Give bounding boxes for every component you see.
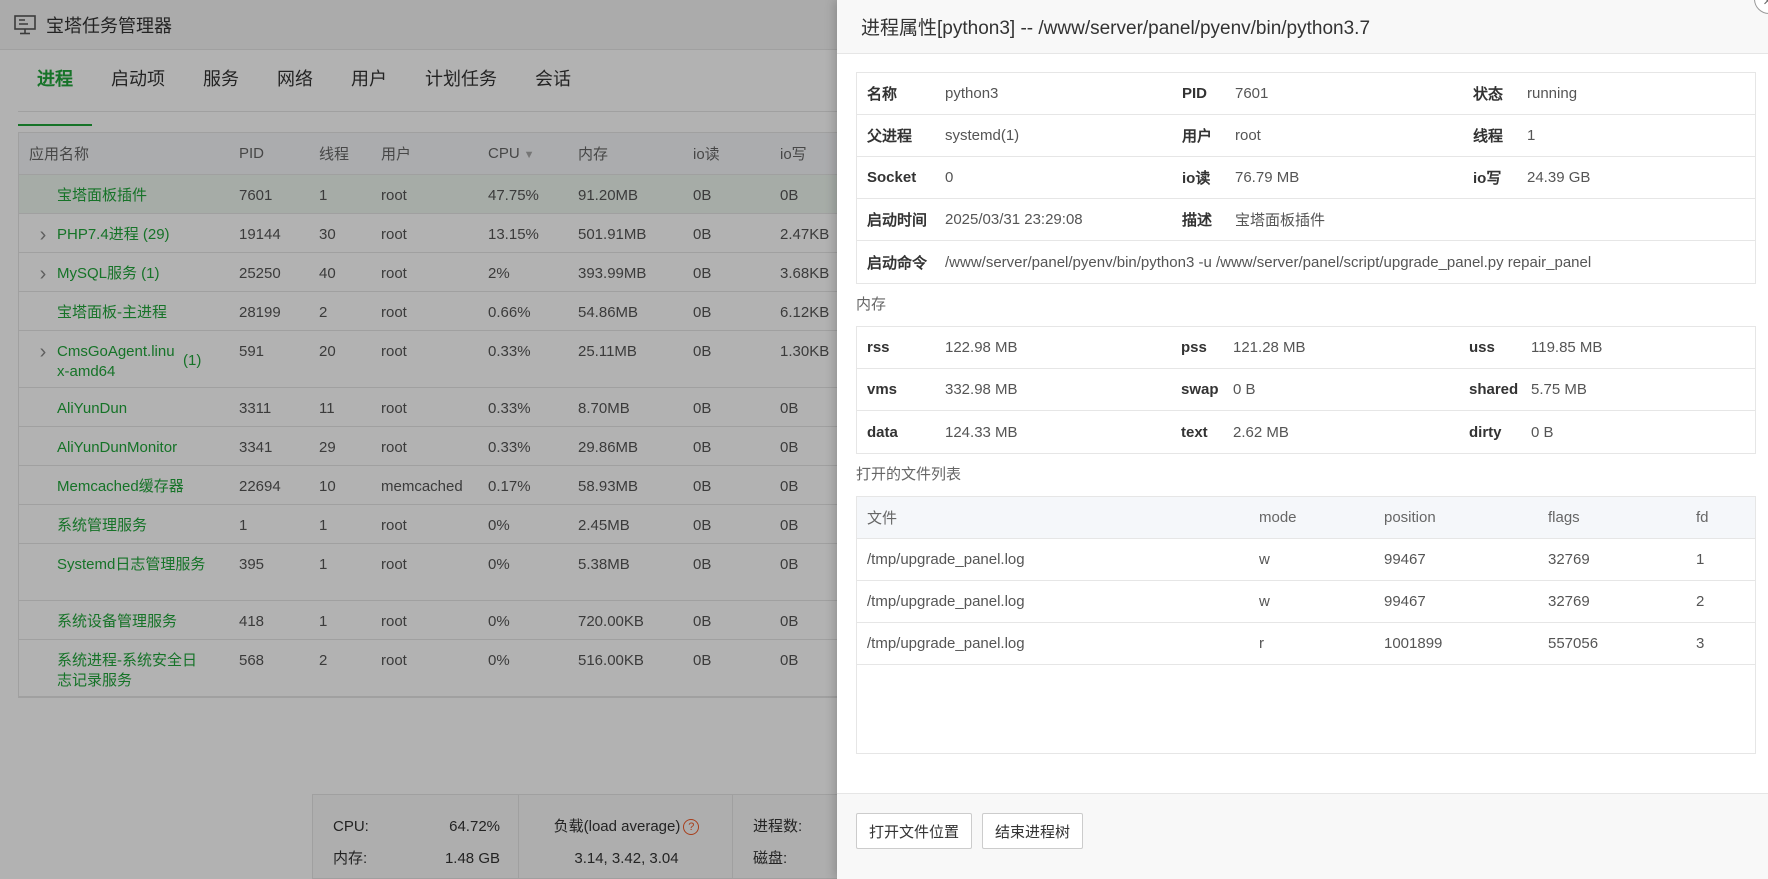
- info-row: 父进程 systemd(1) 用户 root 线程 1: [857, 115, 1755, 157]
- text-key: text: [1181, 423, 1208, 441]
- start-time-value: 2025/03/31 23:29:08: [945, 211, 1083, 228]
- pss-value: 121.28 MB: [1233, 339, 1306, 356]
- info-row: 启动命令 /www/server/panel/pyenv/bin/python3…: [857, 241, 1755, 283]
- pid-value: 7601: [1235, 85, 1269, 102]
- col-fd: fd: [1696, 509, 1709, 526]
- command-key: 启动命令: [867, 254, 928, 272]
- file-mode: r: [1259, 635, 1264, 652]
- col-position: position: [1384, 509, 1436, 526]
- shared-value: 5.75 MB: [1531, 381, 1587, 398]
- parent-value: systemd(1): [945, 127, 1020, 144]
- vms-key: vms: [867, 381, 898, 398]
- shared-key: shared: [1469, 381, 1519, 398]
- user-value: root: [1235, 127, 1261, 144]
- open-files-header: 文件 mode position flags fd: [857, 497, 1755, 539]
- file-position: 99467: [1384, 551, 1426, 568]
- file-row[interactable]: /tmp/upgrade_panel.log w 99467 32769 2: [857, 581, 1755, 623]
- vms-value: 332.98 MB: [945, 381, 1018, 398]
- memory-section-title: 内存: [856, 296, 887, 313]
- file-path: /tmp/upgrade_panel.log: [867, 635, 1025, 652]
- file-flags: 32769: [1548, 593, 1590, 610]
- memory-row: rss 122.98 MB pss 121.28 MB uss 119.85 M…: [857, 327, 1755, 369]
- col-mode: mode: [1259, 509, 1297, 526]
- user-key: 用户: [1182, 128, 1213, 145]
- uss-value: 119.85 MB: [1531, 339, 1603, 356]
- status-value: running: [1527, 85, 1578, 102]
- file-fd: 2: [1696, 593, 1705, 610]
- text-value: 2.62 MB: [1233, 423, 1289, 441]
- dialog-body: 名称 python3 PID 7601 状态 running 父进程 syste…: [837, 54, 1768, 754]
- command-value: /www/server/panel/pyenv/bin/python3 -u /…: [945, 253, 1592, 271]
- description-value: 宝塔面板插件: [1235, 212, 1326, 229]
- io-read-value: 76.79 MB: [1235, 169, 1300, 186]
- file-flags: 557056: [1548, 635, 1599, 652]
- col-file: 文件: [867, 510, 898, 527]
- file-row[interactable]: /tmp/upgrade_panel.log r 1001899 557056 3: [857, 623, 1755, 665]
- file-path: /tmp/upgrade_panel.log: [867, 593, 1025, 610]
- dialog-header: 进程属性[python3] -- /www/server/panel/pyenv…: [837, 0, 1768, 54]
- memory-row: data 124.33 MB text 2.62 MB dirty 0 B: [857, 411, 1755, 453]
- io-write-key: io写: [1473, 170, 1502, 187]
- dirty-value: 0 B: [1531, 423, 1554, 441]
- status-key: 状态: [1473, 86, 1504, 103]
- file-mode: w: [1259, 593, 1270, 610]
- file-row[interactable]: /tmp/upgrade_panel.log w 99467 32769 1: [857, 539, 1755, 581]
- file-position: 1001899: [1384, 635, 1443, 652]
- file-flags: 32769: [1548, 551, 1590, 568]
- open-files-table: 文件 mode position flags fd /tmp/upgrade_p…: [856, 496, 1756, 754]
- io-read-key: io读: [1182, 170, 1211, 187]
- info-row: 名称 python3 PID 7601 状态 running: [857, 73, 1755, 115]
- file-fd: 1: [1696, 551, 1705, 568]
- parent-key: 父进程: [867, 128, 913, 145]
- col-flags: flags: [1548, 509, 1580, 526]
- pid-key: PID: [1182, 85, 1208, 102]
- file-position: 99467: [1384, 593, 1426, 610]
- file-mode: w: [1259, 551, 1270, 568]
- swap-value: 0 B: [1233, 381, 1256, 398]
- memory-row: vms 332.98 MB swap 0 B shared 5.75 MB: [857, 369, 1755, 411]
- name-value: python3: [945, 85, 999, 102]
- dialog-footer: 打开文件位置 结束进程树: [837, 793, 1768, 879]
- name-key: 名称: [867, 86, 898, 103]
- info-row: 启动时间 2025/03/31 23:29:08 描述 宝塔面板插件: [857, 199, 1755, 241]
- process-properties-dialog: 进程属性[python3] -- /www/server/panel/pyenv…: [837, 0, 1768, 879]
- info-row: Socket 0 io读 76.79 MB io写 24.39 GB: [857, 157, 1755, 199]
- threads-key: 线程: [1473, 128, 1504, 145]
- pss-key: pss: [1181, 339, 1207, 356]
- description-key: 描述: [1182, 212, 1213, 229]
- socket-key: Socket: [867, 169, 917, 186]
- start-time-key: 启动时间: [867, 212, 928, 229]
- dirty-key: dirty: [1469, 423, 1502, 441]
- memory-table: rss 122.98 MB pss 121.28 MB uss 119.85 M…: [856, 326, 1756, 454]
- file-path: /tmp/upgrade_panel.log: [867, 551, 1025, 568]
- socket-value: 0: [945, 169, 954, 186]
- dialog-title: 进程属性[python3] -- /www/server/panel/pyenv…: [861, 18, 1371, 39]
- rss-value: 122.98 MB: [945, 339, 1018, 356]
- end-process-tree-button[interactable]: 结束进程树: [982, 813, 1084, 849]
- uss-key: uss: [1469, 339, 1495, 356]
- data-value: 124.33 MB: [945, 423, 1018, 441]
- io-write-value: 24.39 GB: [1527, 169, 1591, 186]
- open-files-section-title: 打开的文件列表: [856, 466, 962, 483]
- file-fd: 3: [1696, 635, 1705, 652]
- threads-value: 1: [1527, 127, 1536, 144]
- process-info-table: 名称 python3 PID 7601 状态 running 父进程 syste…: [856, 72, 1756, 284]
- swap-key: swap: [1181, 381, 1219, 398]
- data-key: data: [867, 423, 898, 441]
- open-file-location-button[interactable]: 打开文件位置: [856, 813, 973, 849]
- rss-key: rss: [867, 339, 890, 356]
